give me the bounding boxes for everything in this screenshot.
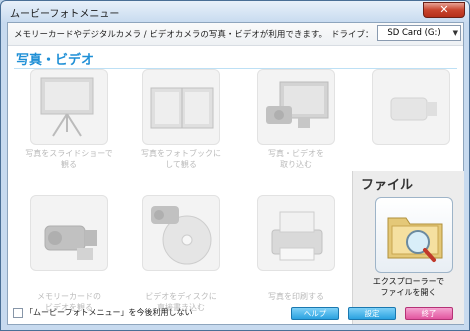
help-button[interactable]: ヘルプ [291,307,339,320]
exit-button[interactable]: 終了 [405,307,453,320]
card-slideshow[interactable] [30,69,108,145]
close-icon: ✕ [439,3,449,16]
card-import[interactable] [257,69,335,145]
drive-select[interactable]: SD Card (G:) ▼ [377,25,461,41]
card-disc-burn[interactable] [142,195,220,271]
card-photobook[interactable] [142,69,220,145]
chevron-down-icon: ▼ [452,29,458,37]
settings-button[interactable]: 設定 [348,307,396,320]
close-button[interactable]: ✕ [423,2,465,18]
card-photobook-label: 写真をフォトブックに して観る [141,149,221,169]
photobook-icon [150,87,214,129]
card-import-label: 写真・ビデオを 取り込む [268,149,324,169]
info-bar: メモリーカードやデジタルカメラ / ビデオカメラの写真・ビデオが利用できます。 … [8,23,463,46]
main-panel: メモリーカードやデジタルカメラ / ビデオカメラの写真・ビデオが利用できます。 … [7,22,464,325]
description-text: メモリーカードやデジタルカメラ / ビデオカメラの写真・ビデオが利用できます。 [14,30,327,40]
disc-burn-icon [151,206,212,265]
window-title: ムービーフォトメニュー [10,9,120,20]
camcorder-icon [390,97,437,121]
card-camcorder[interactable] [372,69,450,145]
slideshow-icon [40,77,94,137]
drive-label: ドライブ： [331,30,374,40]
camcorder-card-icon [44,225,97,260]
title-bar: ムービーフォトメニュー ✕ [1,1,469,23]
printer-icon [271,211,323,261]
app-window: ムービーフォトメニュー ✕ メモリーカードやデジタルカメラ / ビデオカメラの写… [0,0,470,331]
card-card-video[interactable] [30,195,108,271]
folder-search-icon [387,217,443,262]
explorer-button-label: エクスプローラーで ファイルを開く [372,277,445,297]
footer-bar: 「ムービーフォトメニュー」を今後利用しない ヘルプ 設定 終了 [7,301,464,325]
drive-select-value: SD Card (G:) [387,28,441,38]
card-slideshow-label: 写真をスライドショーで 観る [25,149,113,169]
disable-menu-label: 「ムービーフォトメニュー」を今後利用しない [25,308,193,317]
section-title: 写真・ビデオ [16,53,95,68]
explorer-button[interactable] [375,197,453,273]
disable-menu-checkbox[interactable] [13,308,23,318]
card-print[interactable] [257,195,335,271]
import-icon [266,81,329,128]
file-panel-title: ファイル [361,178,414,193]
